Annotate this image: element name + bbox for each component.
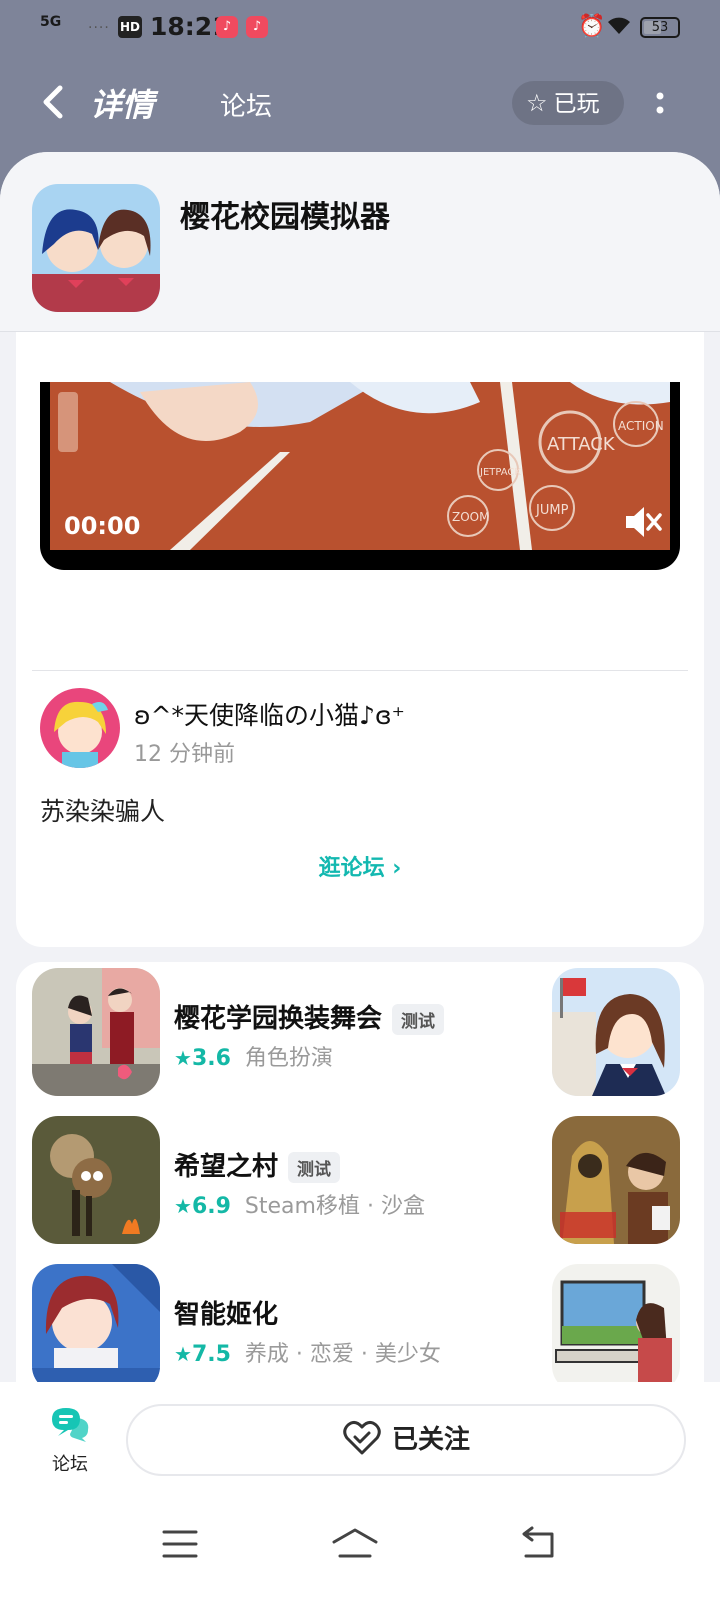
browse-forum-link[interactable]: 逛论坛 › [16,850,704,882]
star-outline-icon: ☆ [526,89,548,117]
rating-value: 3.6 [191,1046,231,1071]
svg-text:ACTION: ACTION [618,419,664,433]
game-icon [32,1116,160,1244]
forum-tab-label: 论坛 [52,1454,88,1475]
mute-button[interactable] [620,500,664,544]
game-rating: ★6.9 [174,1194,231,1219]
menu-icon [162,1530,198,1558]
alarm-icon: ⏰ [578,14,606,39]
system-navigation-bar [0,1492,720,1605]
game-name: 樱花学园换装舞会 测试 [174,998,445,1035]
divider [32,670,688,671]
forum-card: ATTACK ACTION JETPACK JUMP ZOOM 00:00 ʚ^… [16,262,704,947]
rating-value: 6.9 [191,1194,231,1219]
tab-detail[interactable]: 详情 [90,80,158,126]
video-time: 00:00 [64,512,141,540]
game-meta: ★3.6 角色扮演 [174,1040,333,1072]
battery-level: 53 [651,20,669,35]
list-item[interactable]: 樱花学园换装舞会 测试 ★3.6 角色扮演 [16,968,704,1096]
post-content[interactable]: 苏染染骗人 [40,792,165,828]
game-meta: ★6.9 Steam移植 · 沙盒 [174,1188,425,1220]
list-item[interactable]: 希望之村 测试 ★6.9 Steam移植 · 沙盒 [16,1116,704,1244]
ad-game-icon[interactable] [552,1264,680,1382]
star-icon: ★ [174,1194,192,1218]
app-icon [32,184,160,312]
game-name: 智能姬化 [174,1300,279,1330]
avatar[interactable] [40,688,120,768]
tab-forum[interactable]: 论坛 [220,86,272,123]
rating-value: 7.5 [191,1342,231,1367]
more-options-button[interactable] [650,86,670,122]
follow-label: 已关注 [391,1425,470,1455]
chevron-left-icon [43,85,63,119]
test-badge: 测试 [288,1152,341,1183]
game-tags: Steam移植 · 沙盒 [244,1194,425,1219]
game-tags: 养成 · 恋爱 · 美少女 [244,1342,441,1367]
signal-indicator-2: .... [88,16,110,32]
detail-sheet: 樱花校园模拟器 ATTACK ACTION JETPACK JUMP ZOOM … [0,152,720,1382]
chat-bubbles-icon [52,1408,89,1442]
list-item[interactable]: 智能姬化 ★7.5 养成 · 恋爱 · 美少女 [16,1264,704,1382]
back-arrow-icon [522,1526,554,1558]
video-player[interactable]: ATTACK ACTION JETPACK JUMP ZOOM 00:00 [40,382,680,570]
follow-button[interactable]: 已关注 [126,1404,686,1476]
game-icon [32,1264,160,1382]
tab-detail-label: 详情 [90,86,155,124]
signal-indicator: 5G [40,14,62,30]
star-icon: ★ [174,1342,192,1366]
played-button[interactable]: ☆ 已玩 [512,81,624,125]
game-rating: ★7.5 [174,1342,231,1367]
app-header: 樱花校园模拟器 [0,152,720,332]
post-username[interactable]: ʚ^*天使降临の小猫♪ɞ⁺ [134,696,405,732]
bottom-action-bar: 论坛 已关注 [0,1382,720,1492]
forum-tab-button[interactable]: 论坛 [40,1404,100,1476]
played-label: 已玩 [553,91,600,117]
notification-app-icon: ♪ [216,16,238,38]
star-icon: ★ [174,1046,192,1070]
game-meta: ★7.5 养成 · 恋爱 · 美少女 [174,1336,441,1368]
top-nav: 详情 论坛 ☆ 已玩 [0,68,720,138]
test-badge: 测试 [392,1004,445,1035]
game-tags: 角色扮演 [244,1046,333,1071]
hd-icon: HD [118,16,142,38]
heart-check-icon [343,1420,381,1454]
back-nav-button[interactable] [516,1526,560,1562]
back-button[interactable] [36,80,72,124]
status-bar: 5G .... HD 18:21 ♪ ♪ ⏰ 53 [0,0,720,56]
volume-mute-icon [626,507,662,537]
ad-game-icon[interactable] [552,968,680,1096]
home-button[interactable] [330,1526,380,1562]
game-icon [32,968,160,1096]
more-vertical-icon [656,92,664,114]
svg-text:JETPACK: JETPACK [479,467,521,478]
wifi-icon [606,14,632,41]
recommendations-card: 樱花学园换装舞会 测试 ★3.6 角色扮演 希望之村 测试 ★6.9 Steam… [16,962,704,1382]
game-name: 希望之村 测试 [174,1146,341,1183]
battery-icon: 53 [640,17,680,38]
video-frame: ATTACK ACTION JETPACK JUMP ZOOM [50,382,670,550]
game-rating: ★3.6 [174,1046,231,1071]
svg-text:ZOOM: ZOOM [452,510,489,524]
home-icon [332,1528,378,1558]
post-timestamp: 12 分钟前 [134,742,235,767]
ad-game-icon[interactable] [552,1116,680,1244]
svg-text:JUMP: JUMP [535,503,569,518]
menu-button[interactable] [158,1526,202,1562]
app-title: 樱花校园模拟器 [180,200,390,235]
game-name-label: 樱花学园换装舞会 [174,1004,383,1034]
game-name-label: 希望之村 [174,1152,279,1182]
notification-app-icon-2: ♪ [246,16,268,38]
svg-text:ATTACK: ATTACK [547,434,616,455]
